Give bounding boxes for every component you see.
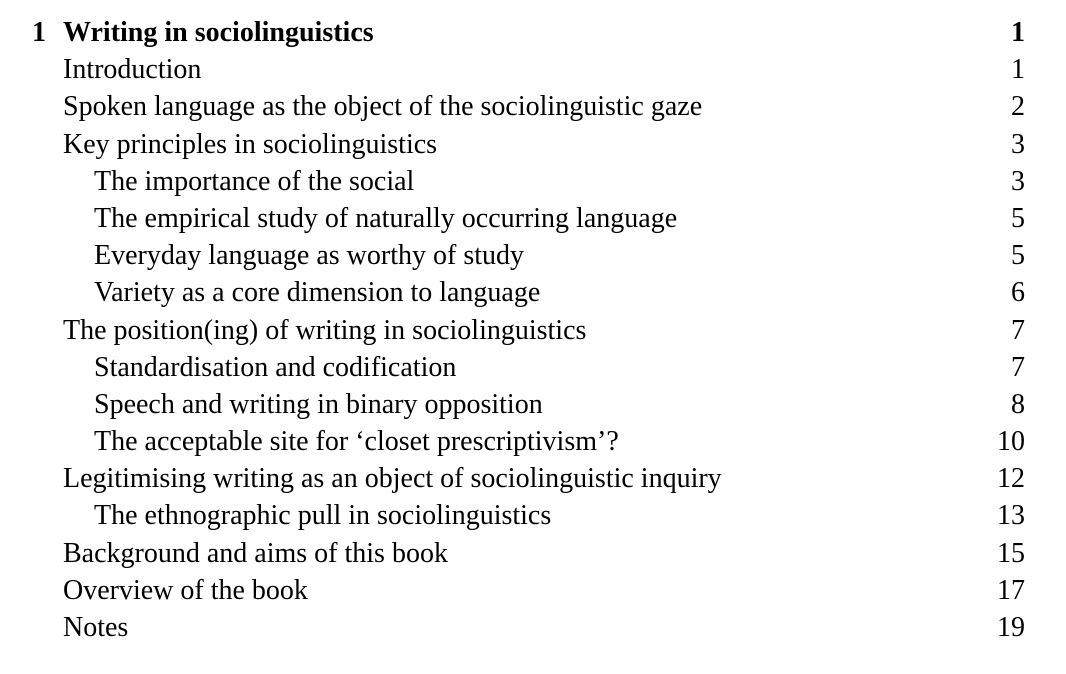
subentry-title: The ethnographic pull in sociolinguistic… — [94, 500, 552, 532]
entry-title: The position(ing) of writing in sociolin… — [63, 314, 587, 346]
entry-page-number: 7 — [1011, 351, 1025, 383]
toc-subentry-ethnographic-pull: The ethnographic pull in sociolinguistic… — [0, 497, 1066, 534]
entry-page-number: 6 — [1011, 277, 1025, 309]
entry-page-number: 15 — [997, 537, 1025, 569]
toc-entry-introduction: Introduction 1 — [0, 51, 1066, 88]
entry-page-number: 1 — [1011, 54, 1025, 86]
chapter-heading-row: 1 Writing in sociolinguistics 1 — [0, 14, 1066, 51]
entry-title: Spoken language as the object of the soc… — [63, 91, 703, 123]
entry-title: Key principles in sociolinguistics — [63, 128, 438, 160]
chapter-page-number: 1 — [1011, 17, 1025, 48]
entry-title: Legitimising writing as an object of soc… — [63, 463, 722, 495]
toc-entry-notes: Notes 19 — [0, 609, 1066, 646]
toc-subentry-everyday-language: Everyday language as worthy of study 5 — [0, 237, 1066, 274]
subentry-title: The empirical study of naturally occurri… — [94, 202, 678, 234]
entry-page-number: 13 — [997, 500, 1025, 532]
subentry-title: Variety as a core dimension to language — [94, 277, 541, 309]
entry-title: Notes — [63, 612, 129, 643]
entry-title: Background and aims of this book — [63, 537, 448, 569]
entry-title: Overview of the book — [63, 574, 308, 606]
entry-page-number: 7 — [1011, 314, 1025, 346]
entry-page-number: 12 — [997, 463, 1025, 495]
toc-subentry-variety: Variety as a core dimension to language … — [0, 274, 1066, 311]
entry-page-number: 2 — [1011, 91, 1025, 123]
entry-page-number: 19 — [997, 612, 1025, 643]
entry-page-number: 3 — [1011, 128, 1025, 160]
toc-entry-legitimising-writing: Legitimising writing as an object of soc… — [0, 460, 1066, 497]
toc-subentry-speech-and-writing: Speech and writing in binary opposition … — [0, 386, 1066, 423]
toc-entry-key-principles: Key principles in sociolinguistics 3 — [0, 126, 1066, 163]
toc-subentry-empirical-study: The empirical study of naturally occurri… — [0, 200, 1066, 237]
toc-subentry-standardisation: Standardisation and codification 7 — [0, 349, 1066, 386]
entry-title: Introduction — [63, 54, 202, 86]
chapter-number: 1 — [32, 17, 46, 48]
entry-page-number: 8 — [1011, 388, 1025, 420]
toc-subentry-importance-of-social: The importance of the social 3 — [0, 163, 1066, 200]
subentry-title: The importance of the social — [94, 165, 415, 197]
subentry-title: The acceptable site for ‘closet prescrip… — [94, 426, 619, 458]
toc-entry-background-and-aims: Background and aims of this book 15 — [0, 535, 1066, 572]
entry-page-number: 3 — [1011, 165, 1025, 197]
subentry-title: Speech and writing in binary opposition — [94, 388, 543, 420]
entry-page-number: 17 — [997, 574, 1025, 606]
toc-subentry-closet-prescriptivism: The acceptable site for ‘closet prescrip… — [0, 423, 1066, 460]
toc-entry-overview: Overview of the book 17 — [0, 572, 1066, 609]
entry-page-number: 5 — [1011, 240, 1025, 272]
table-of-contents: 1 Writing in sociolinguistics 1 Introduc… — [0, 14, 1066, 646]
chapter-title: Writing in sociolinguistics — [63, 17, 374, 48]
entry-page-number: 5 — [1011, 202, 1025, 234]
entry-page-number: 10 — [997, 426, 1025, 458]
subentry-title: Everyday language as worthy of study — [94, 240, 524, 272]
toc-entry-positioning-of-writing: The position(ing) of writing in sociolin… — [0, 312, 1066, 349]
subentry-title: Standardisation and codification — [94, 351, 457, 383]
toc-entry-spoken-language: Spoken language as the object of the soc… — [0, 88, 1066, 125]
